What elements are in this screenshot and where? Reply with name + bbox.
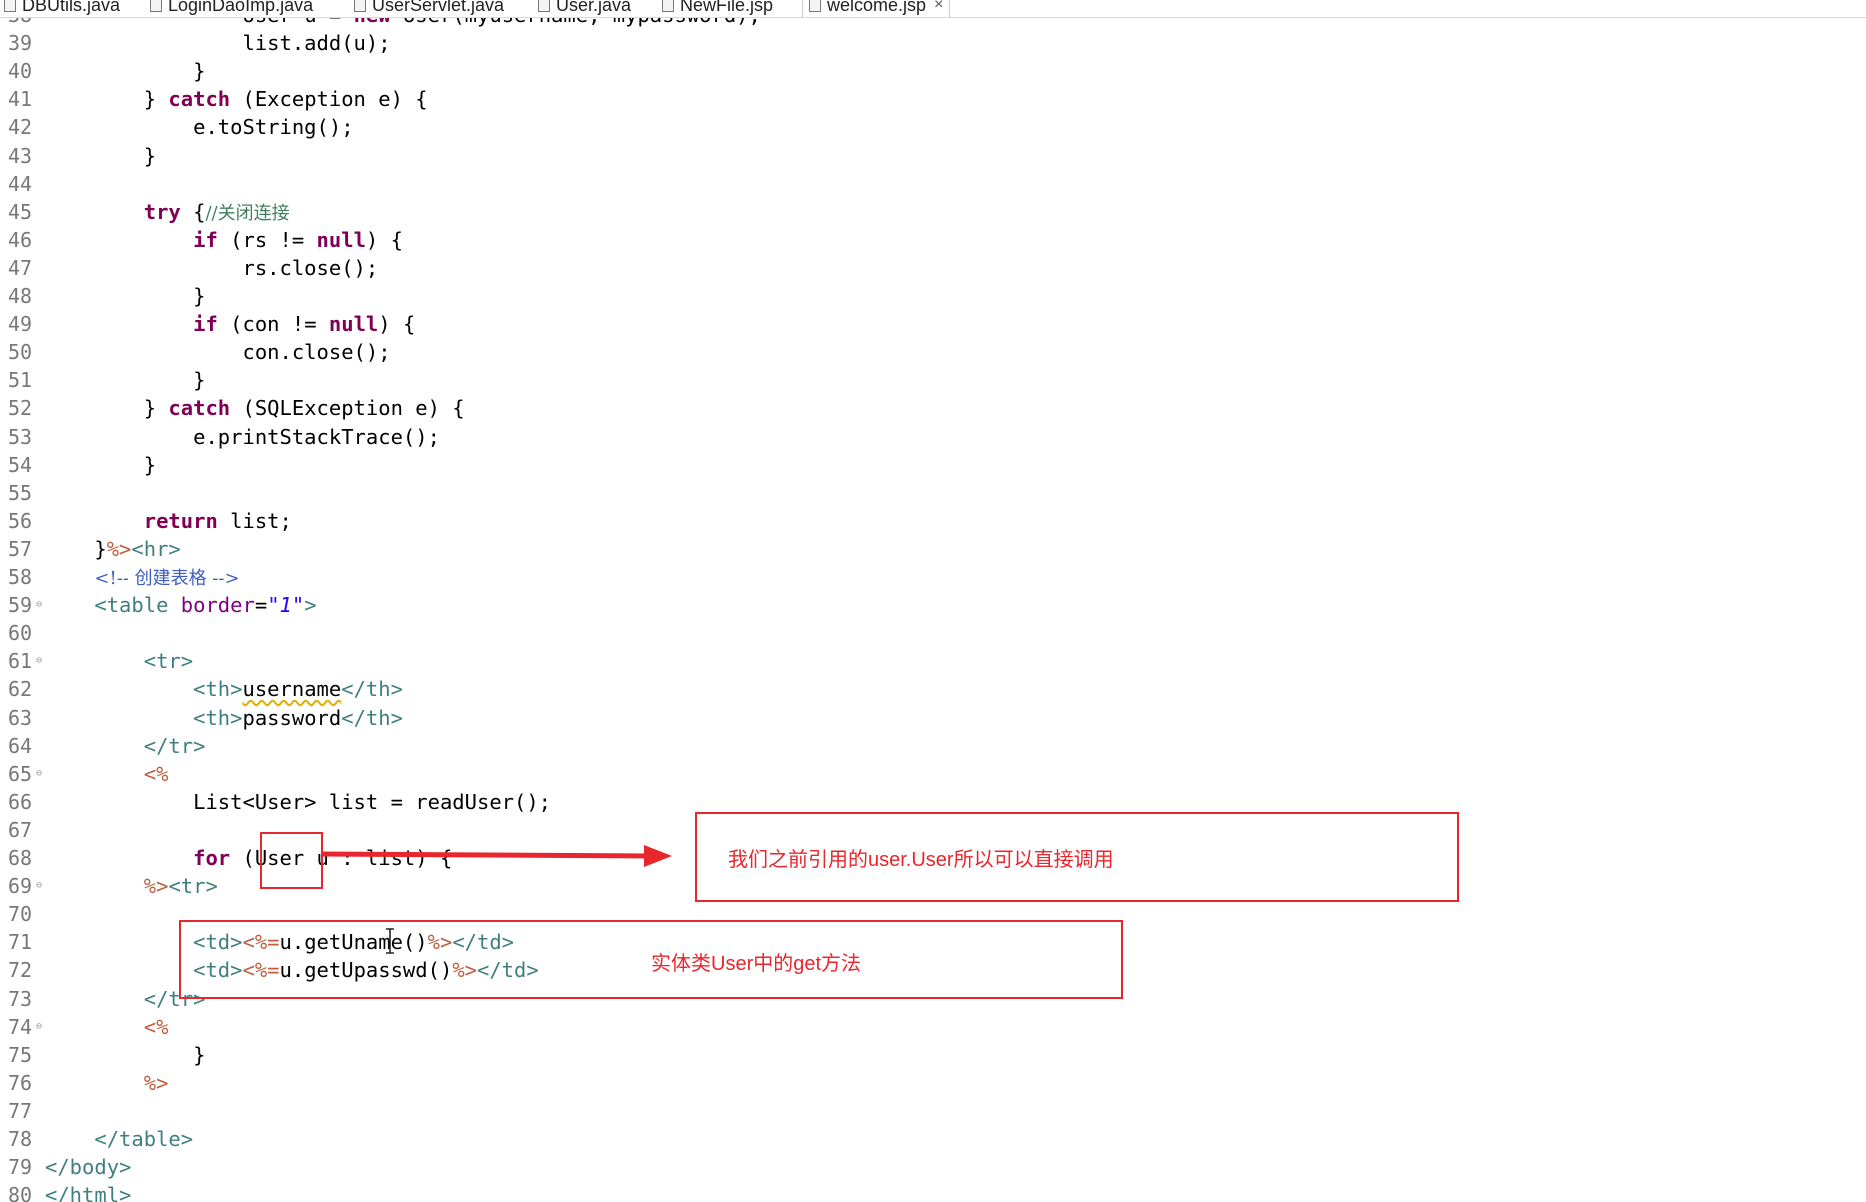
annotation-getter-note: 实体类User中的get方法	[651, 953, 862, 975]
arrow-icon	[321, 845, 672, 867]
annotation-import-note: 我们之前引用的user.User所以可以直接调用	[728, 849, 1114, 871]
